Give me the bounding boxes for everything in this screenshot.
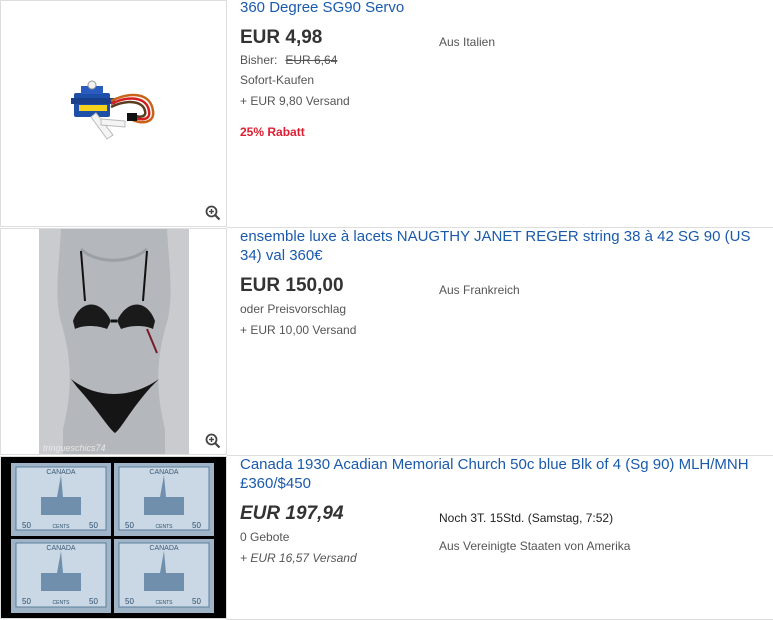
svg-text:CANADA: CANADA xyxy=(46,469,76,476)
listing-title-link[interactable]: 360 Degree SG90 Servo xyxy=(240,0,760,17)
shipping-cost: + EUR 10,00 Versand xyxy=(240,323,357,337)
svg-text:CENTS: CENTS xyxy=(156,524,174,530)
stamp: CANADA 50 50 CENTS xyxy=(11,463,111,536)
listing-item: CANADA 50 50 CENTS CANADA 50 50 CENTS CA… xyxy=(0,456,773,620)
previous-price-value: EUR 6,64 xyxy=(285,53,338,67)
listing-price: EUR 4,98 xyxy=(240,27,323,48)
best-offer-note: oder Preisvorschlag xyxy=(240,302,347,316)
listing-title-link[interactable]: Canada 1930 Acadian Memorial Church 50c … xyxy=(240,455,760,493)
listing-price: EUR 197,94 xyxy=(240,503,344,524)
listing-thumbnail[interactable]: CANADA 50 50 CENTS CANADA 50 50 CENTS CA… xyxy=(0,456,227,619)
stamp: CANADA 50 50 CENTS xyxy=(114,539,214,613)
listing-item: tringueschics74 ensemble luxe à lacets N… xyxy=(0,228,773,456)
svg-text:50: 50 xyxy=(125,521,134,530)
svg-text:50: 50 xyxy=(22,521,31,530)
stamp: CANADA 50 50 CENTS xyxy=(114,463,214,536)
stamp: CANADA 50 50 CENTS xyxy=(11,539,111,613)
watermark-text: tringueschics74 xyxy=(43,443,106,453)
listing-price: EUR 150,00 xyxy=(240,275,344,296)
stamp-block-image: CANADA 50 50 CENTS CANADA 50 50 CENTS CA… xyxy=(1,457,226,618)
zoom-in-icon[interactable] xyxy=(205,433,221,449)
listing-thumbnail[interactable]: tringueschics74 xyxy=(0,228,227,455)
svg-text:50: 50 xyxy=(125,597,134,606)
item-location: Aus Italien xyxy=(439,35,496,49)
svg-text:CENTS: CENTS xyxy=(53,524,71,530)
svg-text:CENTS: CENTS xyxy=(53,600,71,606)
bid-count: 0 Gebote xyxy=(240,530,290,544)
lingerie-image: tringueschics74 xyxy=(1,229,226,454)
svg-text:CANADA: CANADA xyxy=(46,545,76,552)
listing-thumbnail[interactable] xyxy=(0,0,227,227)
shipping-cost: + EUR 9,80 Versand xyxy=(240,94,350,108)
listing-item: 360 Degree SG90 Servo EUR 4,98 Bisher: EU… xyxy=(0,0,773,228)
shipping-cost: + EUR 16,57 Versand xyxy=(240,551,357,565)
time-left: Noch 3T. 15Std. (Samstag, 7:52) xyxy=(439,511,614,525)
svg-text:50: 50 xyxy=(22,597,31,606)
item-location: Aus Vereinigte Staaten von Amerika xyxy=(439,539,631,553)
svg-text:50: 50 xyxy=(89,521,98,530)
svg-text:50: 50 xyxy=(89,597,98,606)
previous-price-label: Bisher: xyxy=(240,53,278,67)
servo-image xyxy=(71,80,155,140)
previous-price: Bisher: EUR 6,64 xyxy=(240,53,337,67)
svg-text:50: 50 xyxy=(192,521,201,530)
svg-text:CANADA: CANADA xyxy=(149,545,179,552)
svg-text:CENTS: CENTS xyxy=(156,600,174,606)
buy-format: Sofort-Kaufen xyxy=(240,73,315,87)
item-location: Aus Frankreich xyxy=(439,283,520,297)
svg-text:50: 50 xyxy=(192,597,201,606)
zoom-in-icon[interactable] xyxy=(205,205,221,221)
discount-badge: 25% Rabatt xyxy=(240,125,305,139)
listing-title-link[interactable]: ensemble luxe à lacets NAUGTHY JANET REG… xyxy=(240,227,760,265)
svg-text:CANADA: CANADA xyxy=(149,469,179,476)
